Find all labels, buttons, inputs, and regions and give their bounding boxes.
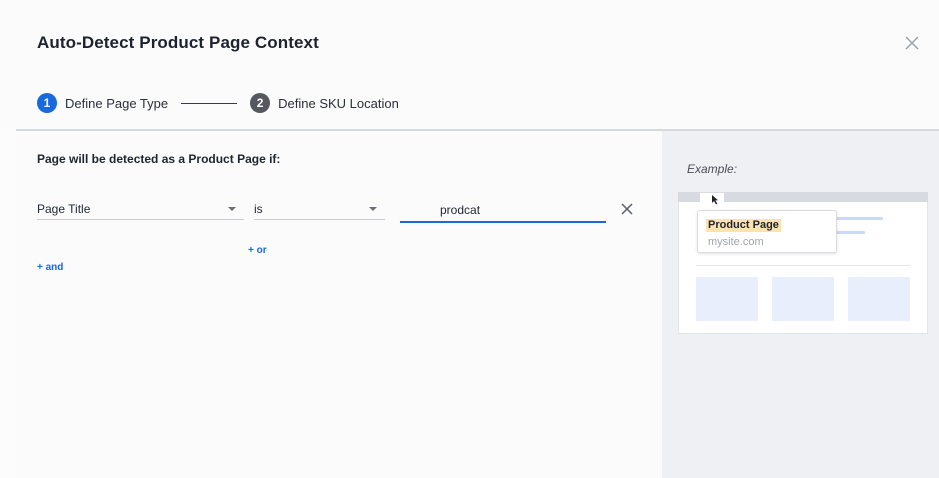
add-or-link[interactable]: + or <box>248 245 267 256</box>
stepper: 1 Define Page Type 2 Define SKU Location <box>37 92 399 114</box>
chevron-down-icon <box>228 207 236 211</box>
cursor-icon <box>712 195 718 205</box>
remove-condition-icon[interactable] <box>620 202 634 216</box>
add-and-link[interactable]: + and <box>37 262 63 273</box>
example-label: Example: <box>687 162 738 176</box>
step-2-label[interactable]: Define SKU Location <box>278 96 399 111</box>
step-1-label[interactable]: Define Page Type <box>65 96 168 111</box>
operator-select[interactable]: is <box>254 198 385 220</box>
field-select[interactable]: Page Title <box>37 198 244 220</box>
field-select-value: Page Title <box>37 201 91 216</box>
dialog-header: Auto-Detect Product Page Context 1 Defin… <box>0 0 939 130</box>
example-tooltip: Product Page mysite.com <box>697 210 837 253</box>
example-product-box <box>772 277 834 321</box>
dialog-title: Auto-Detect Product Page Context <box>37 33 319 52</box>
rules-heading: Page will be detected as a Product Page … <box>37 152 281 166</box>
example-text-line <box>829 217 883 220</box>
auto-detect-dialog: Auto-Detect Product Page Context 1 Defin… <box>0 0 939 478</box>
condition-value-input[interactable] <box>400 198 606 223</box>
step-2-number[interactable]: 2 <box>250 93 271 113</box>
step-connector <box>181 102 238 104</box>
tooltip-title: Product Page <box>706 219 781 232</box>
example-product-box <box>696 277 758 321</box>
step-1-number[interactable]: 1 <box>37 93 57 113</box>
example-separator <box>696 265 910 266</box>
close-icon[interactable] <box>903 34 921 52</box>
example-product-box <box>848 277 910 321</box>
tooltip-url: mysite.com <box>708 236 764 248</box>
operator-select-value: is <box>254 201 263 216</box>
chevron-down-icon <box>369 207 377 211</box>
rules-panel <box>16 131 662 478</box>
